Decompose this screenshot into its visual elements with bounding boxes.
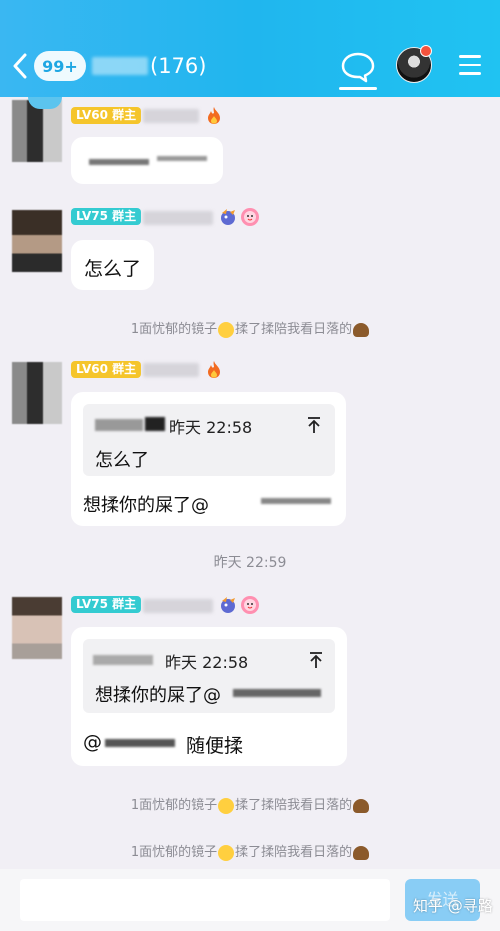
grin-emoji-icon	[218, 844, 235, 861]
menu-icon[interactable]	[459, 55, 481, 75]
poop-emoji-icon	[353, 845, 370, 860]
active-tab-indicator	[339, 87, 377, 90]
notification-dot	[420, 45, 432, 57]
grin-emoji-icon	[218, 321, 235, 338]
flower-icon	[241, 596, 259, 614]
level-badge: LV60 群主	[71, 107, 142, 124]
message-text: 随便揉	[186, 735, 244, 757]
blurred-text	[145, 417, 165, 431]
message-bubble[interactable]	[71, 137, 223, 184]
blurred-text	[93, 655, 153, 665]
mention-prefix: @	[83, 731, 102, 753]
chat-header: 99+ (176)	[0, 0, 500, 97]
system-notice: 1面忧郁的镜子 揉了揉陪我看日落的	[0, 318, 500, 338]
back-button[interactable]: 99+	[12, 46, 102, 86]
level-badge: LV75 群主	[71, 596, 142, 613]
dragon-icon	[221, 597, 235, 613]
fire-icon	[208, 361, 220, 378]
message-text: 想揉你的屎了@	[83, 495, 209, 516]
message-text: 怎么了	[84, 258, 142, 280]
quote-time: 昨天 22:58	[165, 653, 249, 672]
blurred-mention	[105, 739, 175, 747]
timestamp-divider: 昨天 22:59	[213, 555, 287, 571]
sender-avatar[interactable]	[12, 210, 62, 272]
poop-emoji-icon	[353, 322, 370, 337]
blurred-mention	[233, 689, 321, 697]
jump-to-original-icon[interactable]	[309, 651, 323, 669]
member-count: (176)	[150, 54, 207, 78]
blurred-mention	[261, 498, 331, 504]
chevron-left-icon	[13, 53, 27, 79]
watermark: 知乎 @寻路	[413, 897, 493, 915]
sender-name-blurred	[143, 363, 199, 377]
poop-emoji-icon	[353, 798, 370, 813]
flower-icon	[241, 208, 259, 226]
message-bubble[interactable]: 怎么了	[71, 240, 154, 290]
system-notice: 1面忧郁的镜子 揉了揉陪我看日落的	[0, 794, 500, 814]
dragon-icon	[221, 209, 235, 225]
sender-avatar[interactable]	[12, 100, 62, 162]
quote-text: 想揉你的屎了@	[95, 685, 221, 706]
sender-avatar[interactable]	[12, 597, 62, 659]
chat-bubble-icon[interactable]	[340, 50, 376, 84]
blurred-text	[95, 419, 143, 431]
level-badge: LV75 群主	[71, 208, 142, 225]
sender-name-blurred	[143, 599, 213, 613]
grin-emoji-icon	[218, 797, 235, 814]
quoted-message[interactable]: 昨天 22:58 想揉你的屎了@	[83, 639, 335, 713]
level-badge: LV60 群主	[71, 361, 142, 378]
quoted-message[interactable]: 昨天 22:58 怎么了	[83, 404, 335, 476]
message-input[interactable]	[20, 879, 390, 921]
sender-name-blurred	[143, 211, 213, 225]
quote-text: 怎么了	[95, 450, 149, 471]
group-title[interactable]: (176)	[92, 48, 206, 84]
sender-name-blurred	[143, 109, 199, 123]
message-bubble[interactable]: 昨天 22:58 想揉你的屎了@ @ 随便揉	[71, 627, 347, 766]
quote-time: 昨天 22:58	[169, 418, 253, 437]
system-notice: 1面忧郁的镜子 揉了揉陪我看日落的	[0, 841, 500, 861]
sender-avatar[interactable]	[12, 362, 62, 424]
jump-to-original-icon[interactable]	[307, 416, 321, 434]
message-bubble[interactable]: 昨天 22:58 怎么了 想揉你的屎了@	[71, 392, 346, 526]
blurred-text	[89, 159, 149, 165]
group-name-blurred	[92, 57, 148, 75]
fire-icon	[208, 107, 220, 124]
unread-count-badge: 99+	[34, 51, 86, 81]
blurred-text	[157, 156, 207, 161]
